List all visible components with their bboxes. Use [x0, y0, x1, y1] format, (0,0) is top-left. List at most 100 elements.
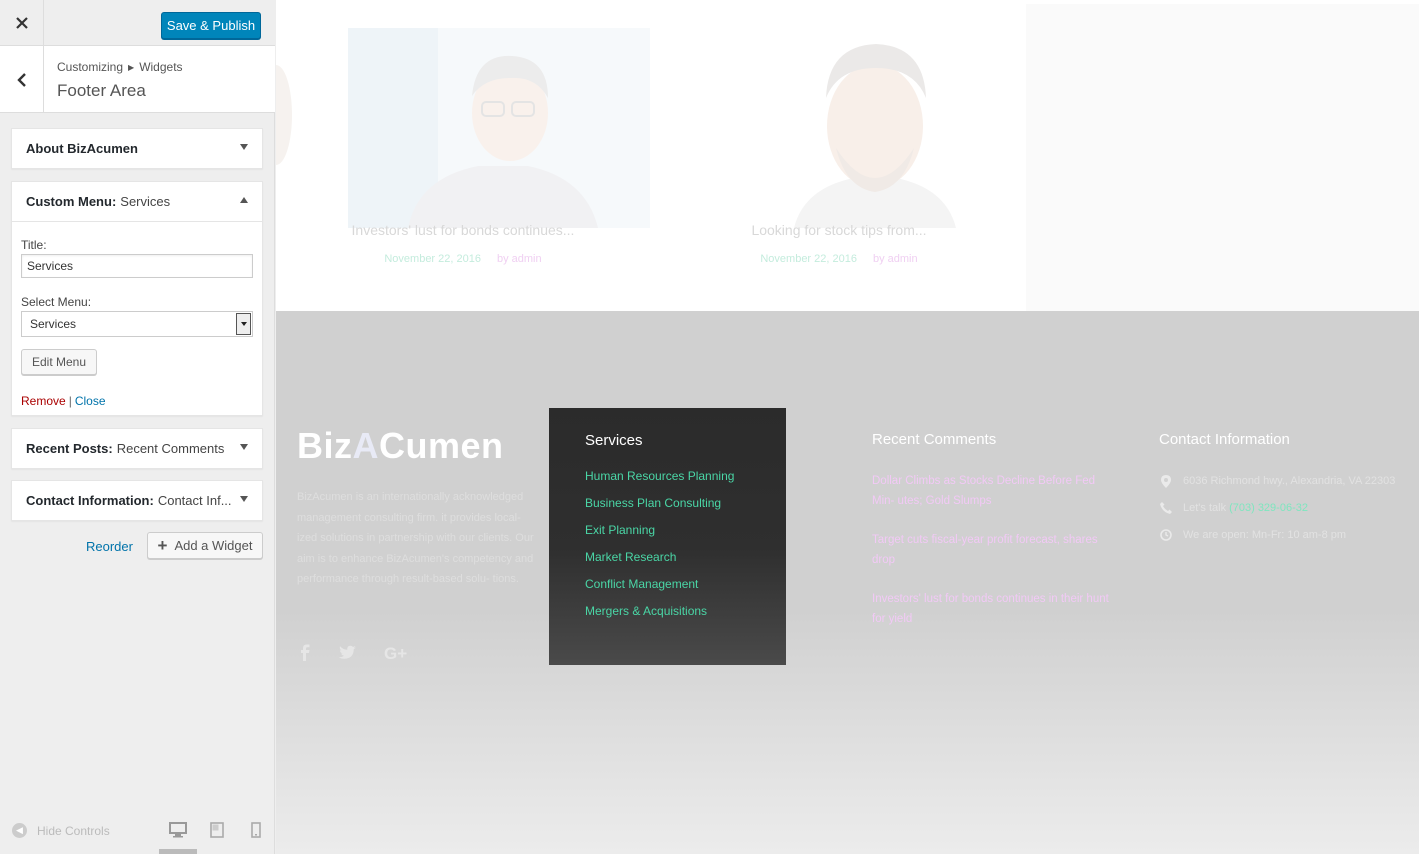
recent-comments-title: Recent Comments: [872, 431, 997, 448]
phone-prefix: Let's talk: [1183, 502, 1227, 514]
add-widget-label: Add a Widget: [174, 538, 253, 553]
section-title: Footer Area: [57, 81, 146, 100]
close-link[interactable]: Close: [75, 394, 106, 408]
logo-text-biz: Biz: [297, 425, 353, 466]
copyright-text: BizAcumen Theme © 2017: [297, 816, 429, 828]
widget-title: Contact Information:: [26, 493, 154, 508]
address-text: 6036 Richmond hwy., Alexandria, VA 22303: [1183, 475, 1396, 487]
posts-section: Investors' lust for bonds continues... N…: [276, 0, 1419, 311]
edit-menu-button[interactable]: Edit Menu: [21, 349, 98, 375]
widget-subtitle: Recent Comments: [116, 441, 225, 456]
map-marker-icon: [1159, 474, 1173, 488]
widget-recent-posts-header[interactable]: Recent Posts: Recent Comments: [12, 429, 262, 468]
breadcrumb-parent: Customizing: [57, 60, 124, 74]
link-separator: |: [68, 394, 72, 408]
post-image-partial: [276, 65, 292, 165]
contact-hours: We are open: Mn-Fr: 10 am-8 pm: [1159, 528, 1346, 542]
save-publish-button[interactable]: Save & Publish: [161, 12, 261, 39]
footer-area: BizACumen BizAcumen is an internationall…: [276, 311, 1419, 854]
services-widget: Services Human Resources Planning Busine…: [549, 408, 786, 665]
mobile-preview-icon[interactable]: [247, 822, 265, 838]
post-date[interactable]: November 22, 2016: [760, 253, 857, 265]
remove-link[interactable]: Remove: [21, 394, 66, 408]
contact-address: 6036 Richmond hwy., Alexandria, VA 22303: [1159, 474, 1395, 488]
services-link[interactable]: Mergers & Acquisitions: [585, 604, 750, 631]
collapse-arrow-icon: ◀: [12, 823, 27, 838]
post-author[interactable]: by admin: [873, 253, 918, 265]
widget-about: About BizAcumen: [11, 128, 263, 169]
post-author[interactable]: by admin: [497, 253, 542, 265]
post-meta: November 22, 2016 by admin: [338, 253, 588, 265]
twitter-icon[interactable]: [337, 643, 357, 663]
recent-comment-link[interactable]: Dollar Climbs as Stocks Decline Before F…: [872, 471, 1112, 511]
widget-form: Title: Select Menu: Services Edit Menu R…: [12, 221, 262, 415]
add-widget-button[interactable]: + Add a Widget: [147, 532, 263, 559]
services-title: Services: [585, 432, 643, 449]
post-title[interactable]: Looking for stock tips from...: [714, 222, 964, 238]
widget-custom-menu-header[interactable]: Custom Menu: Services: [12, 182, 262, 221]
services-link[interactable]: Business Plan Consulting: [585, 496, 750, 523]
widget-contact-info-header[interactable]: Contact Information: Contact Inf...: [12, 481, 262, 520]
widget-subtitle: Contact Inf...: [157, 493, 232, 508]
about-text: BizAcumen is an internationally acknowle…: [297, 491, 534, 585]
clock-icon: [1159, 528, 1173, 542]
chevron-left-icon: [16, 72, 26, 87]
facebook-icon[interactable]: [295, 643, 315, 663]
post-title[interactable]: Investors' lust for bonds continues...: [338, 222, 588, 238]
site-logo[interactable]: BizACumen: [297, 425, 504, 467]
footer-controls: ◀ Hide Controls: [0, 808, 275, 854]
post-meta: November 22, 2016 by admin: [714, 253, 964, 265]
widget-title: Custom Menu:: [26, 194, 117, 209]
tablet-preview-icon[interactable]: [208, 822, 226, 838]
widget-recent-posts: Recent Posts: Recent Comments: [11, 428, 263, 469]
widget-custom-menu: Custom Menu: Services Title: Select Menu…: [11, 181, 263, 416]
recent-comment-link[interactable]: Target cuts fiscal-year profit forecast,…: [872, 530, 1112, 570]
recent-comment-link[interactable]: Investors' lust for bonds continues in t…: [872, 589, 1112, 629]
google-plus-icon[interactable]: G+: [384, 643, 410, 663]
phone-link[interactable]: (703) 329-06-32: [1229, 502, 1308, 514]
title-label: Title:: [21, 238, 47, 252]
menu-select-value: Services: [30, 317, 77, 331]
services-link[interactable]: Conflict Management: [585, 577, 750, 604]
site-preview: Investors' lust for bonds continues... N…: [276, 0, 1419, 854]
logo-text-a: A: [352, 425, 379, 466]
services-link[interactable]: Exit Planning: [585, 523, 750, 550]
expand-arrow-icon[interactable]: [240, 444, 248, 450]
hours-text: We are open: Mn-Fr: 10 am-8 pm: [1183, 529, 1347, 541]
reorder-link[interactable]: Reorder: [86, 539, 133, 554]
title-input[interactable]: [21, 254, 253, 278]
services-link[interactable]: Market Research: [585, 550, 750, 577]
post-image[interactable]: [724, 28, 1026, 228]
hide-controls-button[interactable]: ◀ Hide Controls: [12, 823, 110, 838]
customizer-header: Save & Publish: [0, 0, 275, 46]
post-date[interactable]: November 22, 2016: [384, 253, 481, 265]
widget-title: About BizAcumen: [26, 141, 138, 156]
select-menu-label: Select Menu:: [21, 295, 92, 309]
services-link[interactable]: Human Resources Planning: [585, 469, 750, 496]
widget-title: Recent Posts:: [26, 441, 113, 456]
menu-select[interactable]: Services: [21, 311, 253, 337]
post-image[interactable]: [348, 28, 650, 228]
phone-icon: [1159, 501, 1173, 515]
close-icon: [15, 17, 28, 29]
section-header: Customizing ▶ Widgets Footer Area: [0, 46, 275, 113]
contact-phone: Let's talk (703) 329-06-32: [1159, 501, 1308, 515]
expand-arrow-icon[interactable]: [240, 144, 248, 150]
breadcrumb-separator-icon: ▶: [128, 63, 135, 72]
hide-controls-label: Hide Controls: [37, 823, 110, 838]
active-device-indicator: [159, 849, 197, 854]
breadcrumb: Customizing ▶ Widgets: [57, 60, 183, 74]
customizer-sidebar: Save & Publish Customizing ▶ Widgets Foote…: [0, 0, 275, 854]
dropdown-arrow-icon[interactable]: [236, 313, 251, 335]
back-button[interactable]: [0, 46, 44, 113]
widget-contact-info: Contact Information: Contact Inf...: [11, 480, 263, 521]
desktop-preview-icon[interactable]: [169, 822, 187, 838]
logo-text-cumen: Cumen: [379, 425, 504, 466]
widget-about-header[interactable]: About BizAcumen: [12, 129, 262, 168]
expand-arrow-icon[interactable]: [240, 496, 248, 502]
breadcrumb-child: Widgets: [139, 60, 183, 74]
collapse-arrow-icon[interactable]: [240, 197, 248, 203]
close-customizer-button[interactable]: [0, 0, 44, 46]
widget-subtitle: Services: [120, 194, 171, 209]
svg-text:G+: G+: [384, 644, 407, 663]
